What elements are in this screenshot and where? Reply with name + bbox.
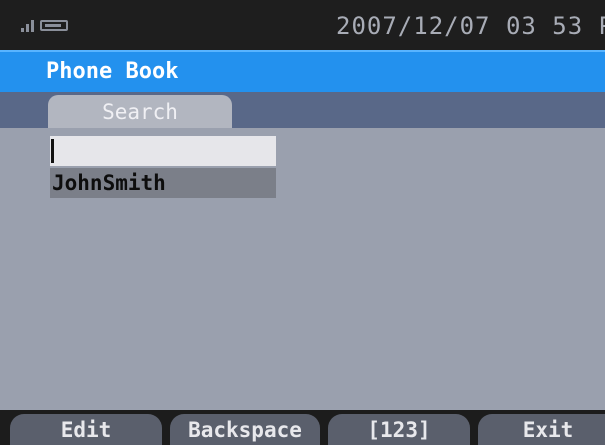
softkey-bar: Edit Backspace [123] Exit (0, 410, 605, 445)
backspace-button[interactable]: Backspace (170, 414, 320, 445)
edit-button-label: Edit (60, 418, 112, 442)
phone-screen: 2007/12/07 03 53 P Phone Book Search Joh… (0, 0, 605, 445)
edit-button[interactable]: Edit (10, 414, 162, 445)
status-datetime: 2007/12/07 03 53 P (336, 12, 605, 40)
signal-icon (20, 18, 36, 32)
backspace-button-label: Backspace (188, 418, 302, 442)
title-bar: Phone Book (0, 50, 605, 92)
input-mode-button[interactable]: [123] (328, 414, 470, 445)
text-caret (51, 139, 54, 163)
search-content: JohnSmith (0, 128, 605, 410)
battery-icon (40, 20, 68, 31)
list-item[interactable]: JohnSmith (50, 168, 276, 198)
contact-name: JohnSmith (52, 171, 166, 195)
tab-strip: Search (0, 92, 605, 128)
tab-search[interactable]: Search (48, 95, 232, 128)
exit-button[interactable]: Exit (478, 414, 605, 445)
search-input[interactable] (50, 136, 276, 166)
tab-search-label: Search (102, 100, 178, 124)
exit-button-label: Exit (522, 418, 574, 442)
status-bar: 2007/12/07 03 53 P (0, 0, 605, 50)
input-mode-button-label: [123] (367, 418, 431, 442)
page-title: Phone Book (46, 59, 179, 84)
